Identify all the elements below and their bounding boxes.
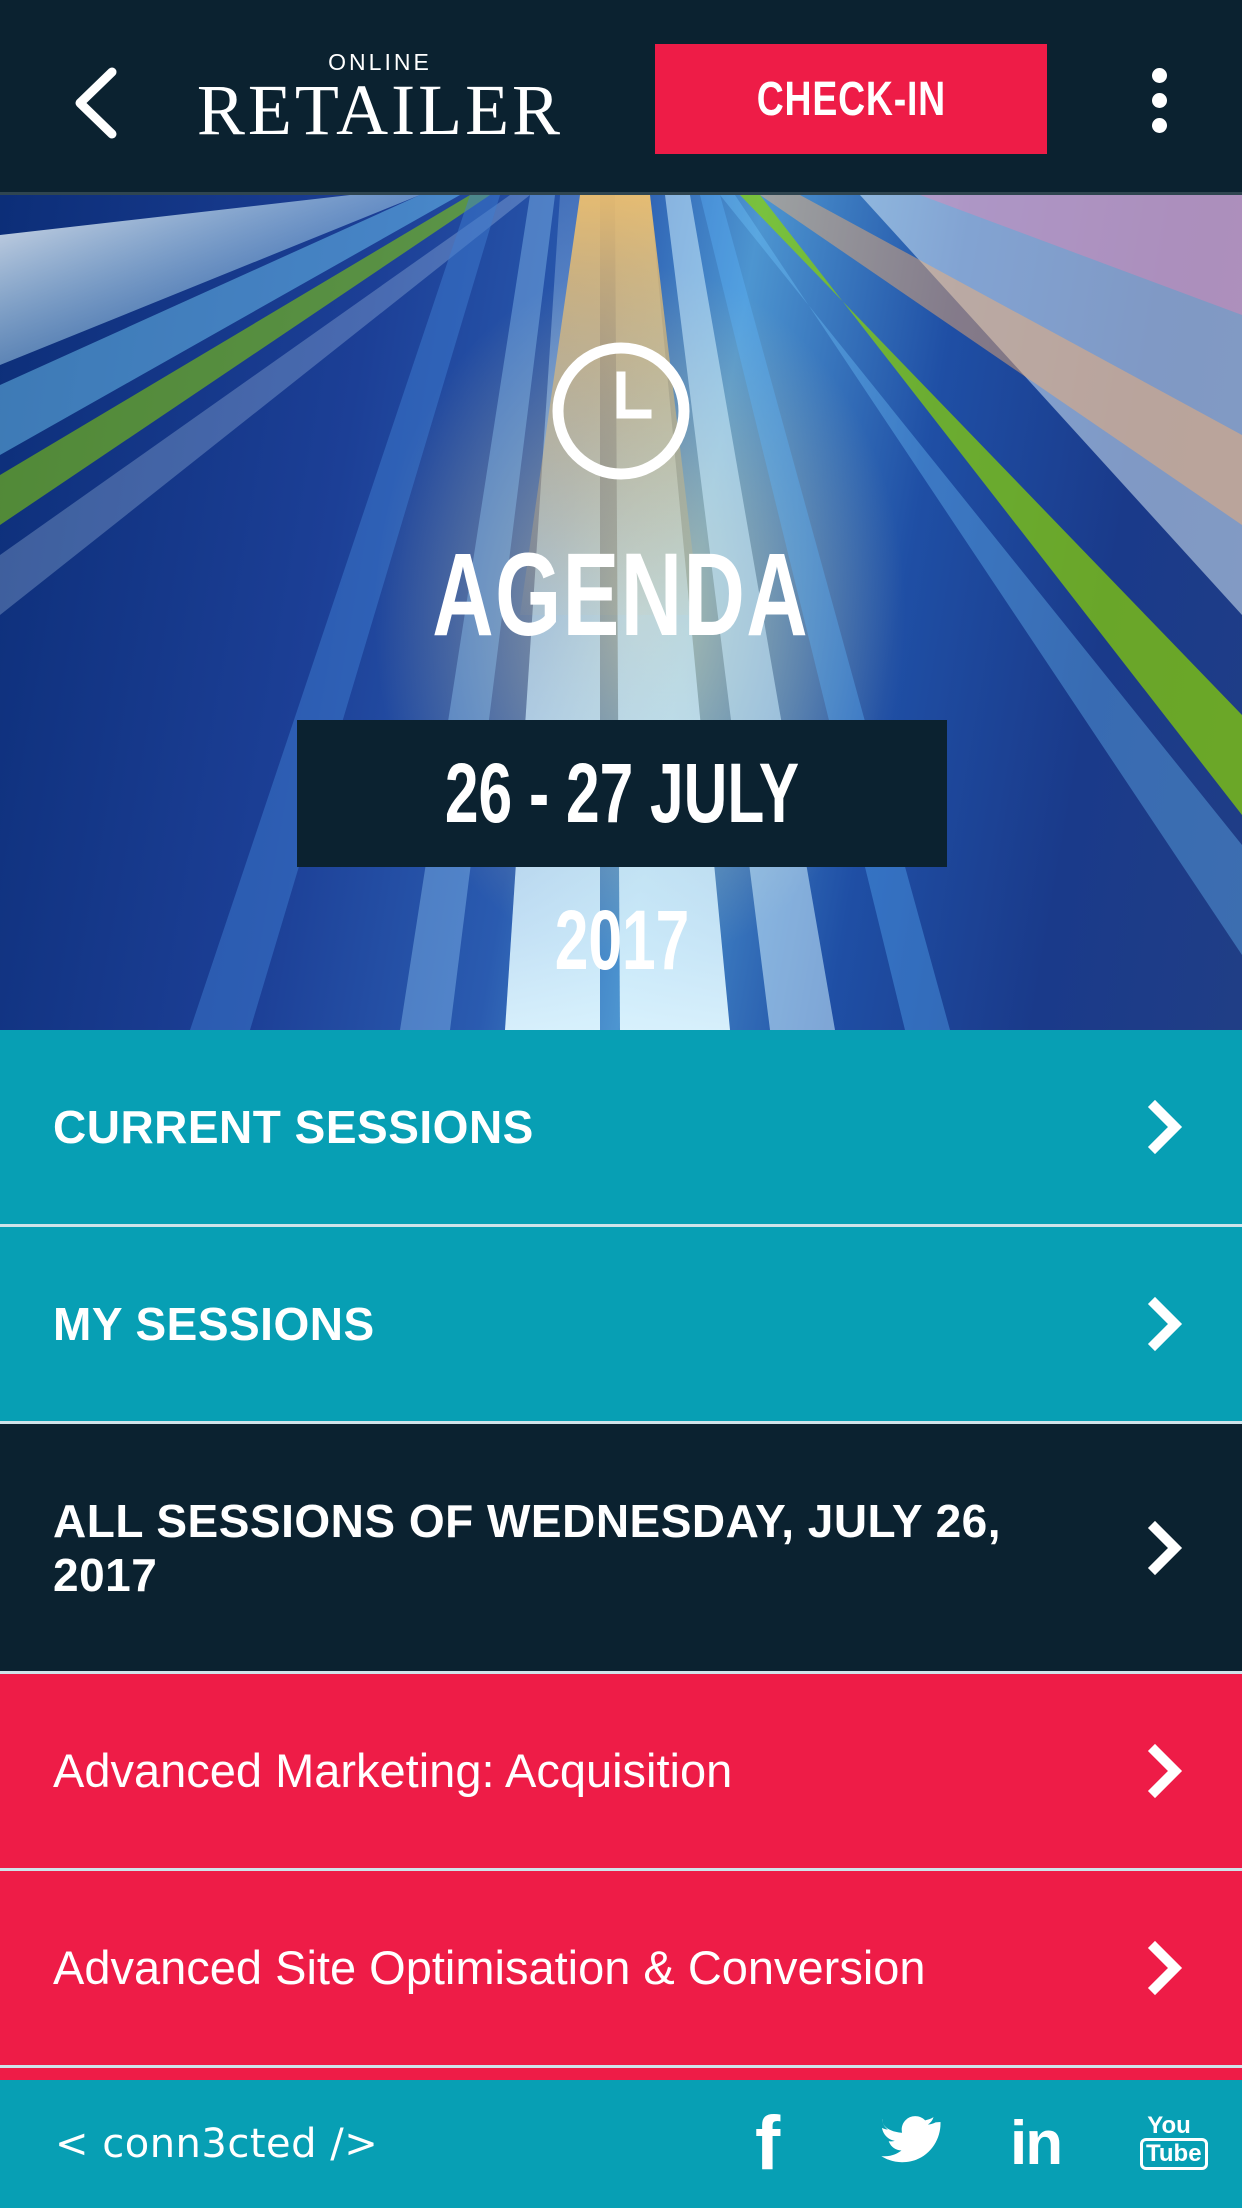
menu-item-my-sessions[interactable]: MY SESSIONS [0,1227,1242,1424]
footer-bar: < conn3cted /> f in You Tube [0,2080,1242,2208]
chevron-right-icon [1147,1296,1183,1352]
chevron-right-icon [1147,1940,1183,1996]
twitter-icon[interactable] [880,2114,942,2174]
linkedin-icon[interactable]: in [1010,2113,1072,2175]
menu-item-label: MY SESSIONS [53,1298,375,1350]
online-retailer-logo: ONLINE RETAILER [195,50,565,150]
check-in-button[interactable]: CHECK-IN [655,44,1047,154]
menu-item-advanced-marketing[interactable]: Advanced Marketing: Acquisition [0,1674,1242,1871]
conn3cted-brand: < conn3cted /> [55,2121,379,2167]
check-in-label: CHECK-IN [756,72,946,126]
next-menu-item-peek[interactable] [0,2068,1242,2080]
menu-item-current-sessions[interactable]: CURRENT SESSIONS [0,1030,1242,1227]
chevron-right-icon [1147,1520,1183,1575]
agenda-hero-banner: AGENDA 26 - 27 JULY 2017 [0,195,1242,1030]
agenda-menu: CURRENT SESSIONS MY SESSIONS ALL SESSION… [0,1030,1242,2080]
more-vertical-icon[interactable] [1130,62,1188,142]
menu-item-label: Advanced Marketing: Acquisition [53,1744,733,1797]
menu-item-label: CURRENT SESSIONS [53,1101,534,1153]
chevron-right-icon [1147,1743,1183,1799]
clock-icon [550,340,692,482]
back-arrow-icon[interactable] [60,58,140,148]
menu-item-label: Advanced Site Optimisation & Conversion [53,1941,926,1994]
menu-item-advanced-site-optimisation[interactable]: Advanced Site Optimisation & Conversion [0,1871,1242,2068]
app-bar: ONLINE RETAILER CHECK-IN [0,0,1242,195]
menu-item-label: ALL SESSIONS OF WEDNESDAY, JULY 26, 2017 [53,1494,1002,1601]
agenda-title: AGENDA [432,529,810,661]
menu-item-all-sessions-day[interactable]: ALL SESSIONS OF WEDNESDAY, JULY 26, 2017 [0,1424,1242,1674]
event-date-badge: 26 - 27 JULY 2017 [297,720,947,987]
chevron-right-icon [1147,1099,1183,1155]
youtube-icon[interactable]: You Tube [1140,2114,1208,2174]
facebook-icon[interactable]: f [755,2106,805,2182]
logo-retailer-text: RETAILER [196,70,564,150]
